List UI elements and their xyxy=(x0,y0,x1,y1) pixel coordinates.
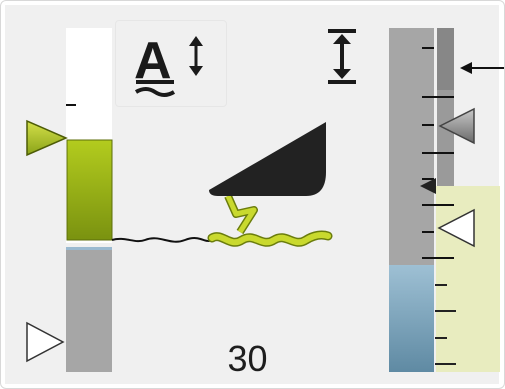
left-gauge-lower-track xyxy=(66,247,112,372)
ride-height-lever-icon xyxy=(111,122,333,247)
left-gauge xyxy=(66,28,113,372)
range-slider-handle[interactable] xyxy=(437,28,454,90)
text-height-icon: A xyxy=(134,32,203,97)
adjust-range-icon xyxy=(328,29,356,84)
upper-limit-marker[interactable] xyxy=(26,119,68,157)
depth-value: 30 xyxy=(227,338,268,379)
level-bar xyxy=(66,139,113,241)
water-level-fill xyxy=(389,265,434,372)
lower-limit-marker[interactable] xyxy=(26,321,65,363)
right-gauge xyxy=(389,28,500,372)
pointer-arrow-icon xyxy=(460,62,504,74)
gauge-graphics: A xyxy=(26,28,504,372)
